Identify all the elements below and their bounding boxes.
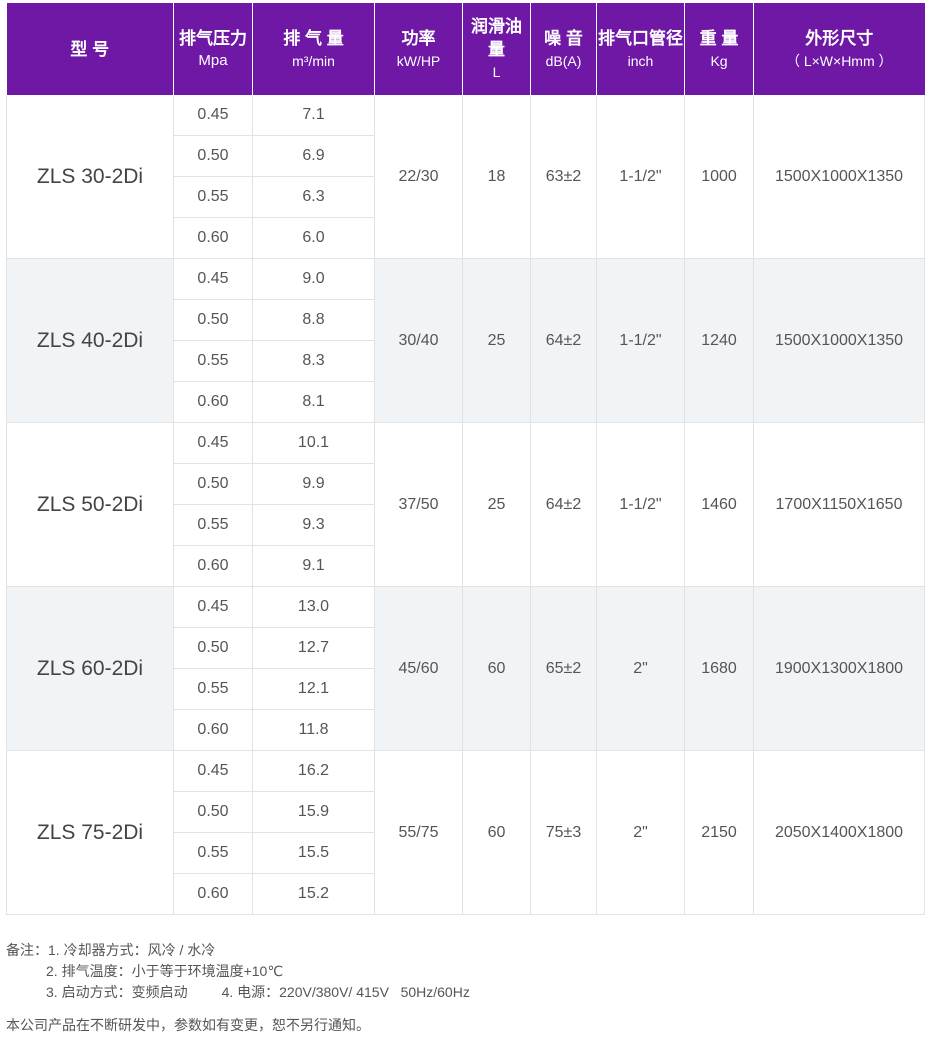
- header-flow: 排 气 量 m³/min: [252, 3, 375, 95]
- header-pressure: 排气压力 Mpa: [173, 3, 253, 95]
- pressure-cell: 0.60: [173, 217, 253, 259]
- size-cell: 1900X1300X1800: [753, 586, 925, 751]
- flow-cell: 9.9: [252, 463, 375, 505]
- flow-cell: 9.0: [252, 258, 375, 300]
- pressure-cell: 0.45: [173, 586, 253, 628]
- pressure-cell: 0.55: [173, 340, 253, 382]
- table-row: ZLS 40-2Di 0.45 9.0 30/40 25 64±2 1-1/2"…: [6, 258, 925, 423]
- flow-cell: 15.2: [252, 873, 375, 915]
- power-cell: 55/75: [374, 750, 463, 915]
- outlet-cell: 1-1/2": [596, 258, 685, 423]
- flow-cell: 8.1: [252, 381, 375, 423]
- pressure-cell: 0.50: [173, 627, 253, 669]
- oil-cell: 25: [462, 258, 531, 423]
- flow-cell: 12.7: [252, 627, 375, 669]
- flow-cell: 8.3: [252, 340, 375, 382]
- pressure-cell: 0.50: [173, 791, 253, 833]
- flow-cell: 15.5: [252, 832, 375, 874]
- outlet-cell: 1-1/2": [596, 422, 685, 587]
- flow-cell: 8.8: [252, 299, 375, 341]
- table-header: 型 号 排气压力 Mpa 排 气 量 m³/min 功率 kW/HP 润滑油量 L 噪 …: [6, 3, 925, 95]
- pressure-cell: 0.45: [173, 422, 253, 464]
- table-row: ZLS 50-2Di 0.45 10.1 37/50 25 64±2 1-1/2…: [6, 422, 925, 587]
- pressure-cell: 0.55: [173, 504, 253, 546]
- model-cell: ZLS 40-2Di: [6, 258, 174, 423]
- header-noise: 噪 音 dB(A): [530, 3, 597, 95]
- note-startup: 3. 启动方式：变频启动: [46, 984, 188, 1000]
- flow-cell: 6.9: [252, 135, 375, 177]
- power-cell: 30/40: [374, 258, 463, 423]
- power-cell: 37/50: [374, 422, 463, 587]
- noise-cell: 65±2: [530, 586, 597, 751]
- flow-cell: 9.1: [252, 545, 375, 587]
- power-cell: 22/30: [374, 95, 463, 259]
- table-row: ZLS 75-2Di 0.45 16.2 55/75 60 75±3 2" 21…: [6, 750, 925, 915]
- oil-cell: 60: [462, 586, 531, 751]
- outlet-cell: 2": [596, 586, 685, 751]
- weight-cell: 2150: [684, 750, 754, 915]
- weight-cell: 1240: [684, 258, 754, 423]
- footer-disclaimer: 本公司产品在不断研发中，参数如有变更，恕不另行通知。: [6, 1017, 370, 1033]
- model-cell: ZLS 60-2Di: [6, 586, 174, 751]
- table-row: ZLS 30-2Di 0.45 7.1 22/30 18 63±2 1-1/2"…: [6, 95, 925, 259]
- flow-cell: 12.1: [252, 668, 375, 710]
- note-power-supply: 4. 电源：220V/380V/ 415V 50Hz/60Hz: [221, 984, 470, 1000]
- flow-cell: 7.1: [252, 95, 375, 136]
- header-weight: 重 量 Kg: [684, 3, 754, 95]
- pressure-cell: 0.50: [173, 135, 253, 177]
- size-cell: 1500X1000X1350: [753, 258, 925, 423]
- table-row: ZLS 60-2Di 0.45 13.0 45/60 60 65±2 2" 16…: [6, 586, 925, 751]
- oil-cell: 25: [462, 422, 531, 587]
- note-line-2: 2. 排气温度：小于等于环境温度+10℃: [46, 963, 284, 979]
- pressure-cell: 0.45: [173, 258, 253, 300]
- note-line-1: 备注：1. 冷却器方式：风冷 / 水冷: [6, 942, 216, 958]
- note-line-3: 3. 启动方式：变频启动 4. 电源：220V/380V/ 415V 50Hz/6…: [6, 982, 470, 1003]
- size-cell: 2050X1400X1800: [753, 750, 925, 915]
- noise-cell: 75±3: [530, 750, 597, 915]
- header-oil: 润滑油量 L: [462, 3, 531, 95]
- notes: 备注：1. 冷却器方式：风冷 / 水冷 2. 排气温度：小于等于环境温度+10℃…: [6, 940, 470, 1003]
- size-cell: 1700X1150X1650: [753, 422, 925, 587]
- flow-cell: 11.8: [252, 709, 375, 751]
- noise-cell: 63±2: [530, 95, 597, 259]
- noise-cell: 64±2: [530, 422, 597, 587]
- power-cell: 45/60: [374, 586, 463, 751]
- pressure-cell: 0.55: [173, 668, 253, 710]
- flow-cell: 6.0: [252, 217, 375, 259]
- pressure-cell: 0.50: [173, 463, 253, 505]
- oil-cell: 60: [462, 750, 531, 915]
- pressure-cell: 0.60: [173, 873, 253, 915]
- pressure-cell: 0.45: [173, 750, 253, 792]
- header-power: 功率 kW/HP: [374, 3, 463, 95]
- weight-cell: 1460: [684, 422, 754, 587]
- flow-cell: 15.9: [252, 791, 375, 833]
- oil-cell: 18: [462, 95, 531, 259]
- outlet-cell: 1-1/2": [596, 95, 685, 259]
- flow-cell: 13.0: [252, 586, 375, 628]
- pressure-cell: 0.50: [173, 299, 253, 341]
- pressure-cell: 0.55: [173, 176, 253, 218]
- weight-cell: 1000: [684, 95, 754, 259]
- model-cell: ZLS 75-2Di: [6, 750, 174, 915]
- header-size: 外形尺寸（ L×W×Hmm ）: [753, 3, 925, 95]
- pressure-cell: 0.60: [173, 709, 253, 751]
- model-cell: ZLS 50-2Di: [6, 422, 174, 587]
- pressure-cell: 0.45: [173, 95, 253, 136]
- model-cell: ZLS 30-2Di: [6, 95, 174, 259]
- weight-cell: 1680: [684, 586, 754, 751]
- pressure-cell: 0.55: [173, 832, 253, 874]
- flow-cell: 6.3: [252, 176, 375, 218]
- noise-cell: 64±2: [530, 258, 597, 423]
- header-model: 型 号: [6, 3, 174, 95]
- pressure-cell: 0.60: [173, 545, 253, 587]
- pressure-cell: 0.60: [173, 381, 253, 423]
- size-cell: 1500X1000X1350: [753, 95, 925, 259]
- header-outlet: 排气口管径 inch: [596, 3, 685, 95]
- flow-cell: 16.2: [252, 750, 375, 792]
- spec-table: 型 号 排气压力 Mpa 排 气 量 m³/min 功率 kW/HP 润滑油量 L 噪 …: [6, 3, 925, 915]
- flow-cell: 10.1: [252, 422, 375, 464]
- outlet-cell: 2": [596, 750, 685, 915]
- flow-cell: 9.3: [252, 504, 375, 546]
